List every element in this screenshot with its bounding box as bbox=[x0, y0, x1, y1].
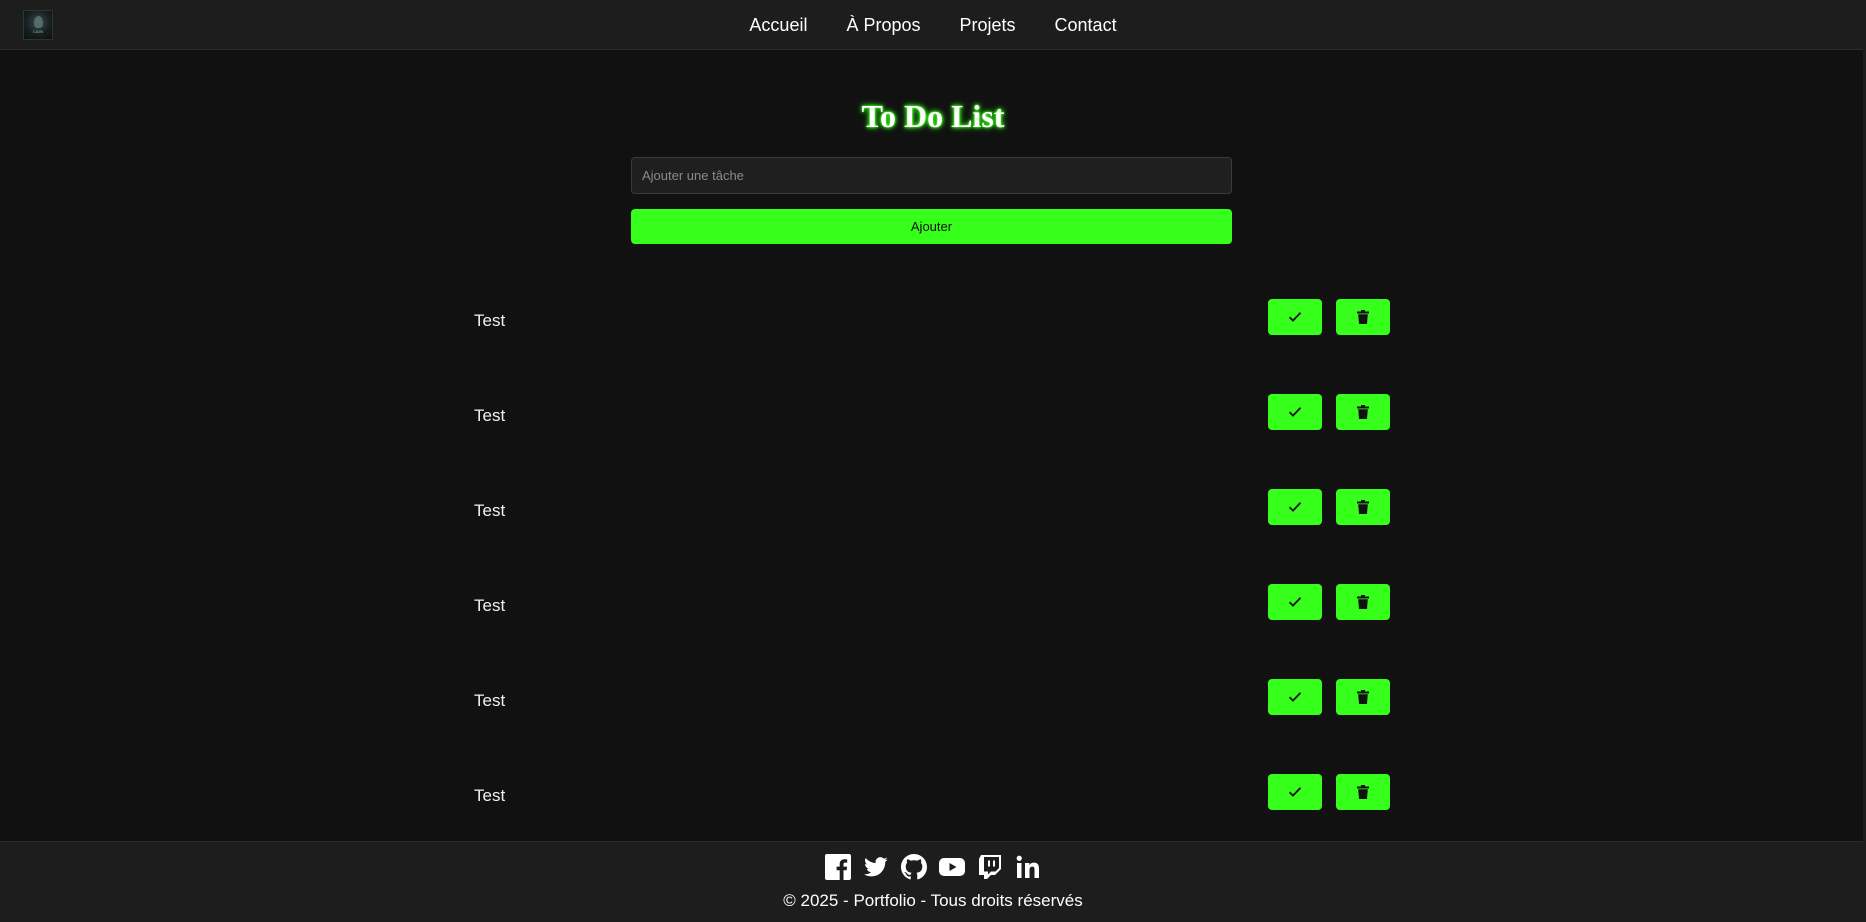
check-icon bbox=[1288, 502, 1302, 512]
top-navbar: CAIN Accueil À Propos Projets Contact bbox=[0, 0, 1866, 50]
complete-task-button[interactable] bbox=[1268, 299, 1322, 335]
nav-link-contact[interactable]: Contact bbox=[1055, 0, 1117, 50]
task-item: Test bbox=[470, 394, 1390, 489]
delete-task-button[interactable] bbox=[1336, 584, 1390, 620]
check-icon bbox=[1288, 407, 1302, 417]
task-label: Test bbox=[474, 691, 506, 710]
page-title: To Do List bbox=[861, 98, 1005, 134]
twitch-icon[interactable] bbox=[977, 853, 1004, 880]
trash-icon bbox=[1357, 785, 1369, 799]
check-icon bbox=[1288, 312, 1302, 322]
delete-task-button[interactable] bbox=[1336, 299, 1390, 335]
complete-task-button[interactable] bbox=[1268, 394, 1322, 430]
add-task-button[interactable]: Ajouter bbox=[631, 209, 1232, 244]
task-item: Test bbox=[470, 584, 1390, 679]
trash-icon bbox=[1357, 690, 1369, 704]
task-label: Test bbox=[474, 786, 506, 805]
task-label: Test bbox=[474, 596, 506, 615]
task-label: Test bbox=[474, 311, 506, 330]
trash-icon bbox=[1357, 405, 1369, 419]
task-item: Test bbox=[470, 489, 1390, 584]
task-label: Test bbox=[474, 406, 506, 425]
delete-task-button[interactable] bbox=[1336, 394, 1390, 430]
complete-task-button[interactable] bbox=[1268, 774, 1322, 810]
nav-link-a-propos[interactable]: À Propos bbox=[846, 0, 920, 50]
github-icon[interactable] bbox=[901, 853, 928, 880]
main-nav: Accueil À Propos Projets Contact bbox=[0, 0, 1866, 50]
linkedin-icon[interactable] bbox=[1015, 853, 1042, 880]
site-footer: © 2025 - Portfolio - Tous droits réservé… bbox=[0, 841, 1866, 922]
facebook-icon[interactable] bbox=[825, 853, 852, 880]
trash-icon bbox=[1357, 595, 1369, 609]
page: CAIN Accueil À Propos Projets Contact To… bbox=[0, 0, 1866, 922]
complete-task-button[interactable] bbox=[1268, 489, 1322, 525]
social-links bbox=[0, 853, 1866, 880]
task-label: Test bbox=[474, 501, 506, 520]
trash-icon bbox=[1357, 310, 1369, 324]
complete-task-button[interactable] bbox=[1268, 679, 1322, 715]
check-icon bbox=[1288, 787, 1302, 797]
delete-task-button[interactable] bbox=[1336, 679, 1390, 715]
copyright-text: © 2025 - Portfolio - Tous droits réservé… bbox=[783, 891, 1083, 910]
delete-task-button[interactable] bbox=[1336, 774, 1390, 810]
twitter-icon[interactable] bbox=[863, 853, 890, 880]
task-input[interactable] bbox=[631, 157, 1232, 194]
check-icon bbox=[1288, 597, 1302, 607]
trash-icon bbox=[1357, 500, 1369, 514]
task-item: Test bbox=[470, 299, 1390, 394]
youtube-icon[interactable] bbox=[939, 853, 966, 880]
nav-link-projets[interactable]: Projets bbox=[960, 0, 1016, 50]
nav-link-accueil[interactable]: Accueil bbox=[749, 0, 807, 50]
task-list: Test Test Test Test Test Test bbox=[470, 299, 1390, 869]
task-item: Test bbox=[470, 679, 1390, 774]
complete-task-button[interactable] bbox=[1268, 584, 1322, 620]
check-icon bbox=[1288, 692, 1302, 702]
delete-task-button[interactable] bbox=[1336, 489, 1390, 525]
